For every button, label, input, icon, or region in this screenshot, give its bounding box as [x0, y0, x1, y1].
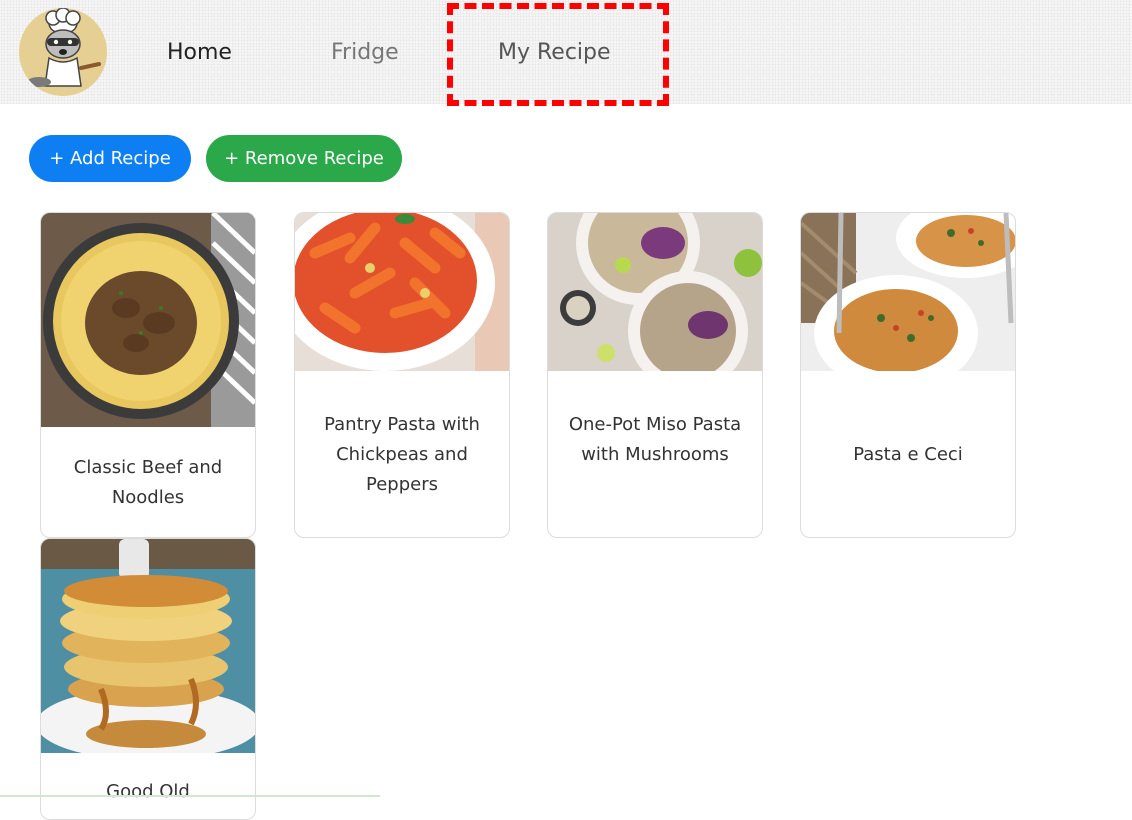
recipe-card[interactable]: Pantry Pasta with Chickpeas and Peppers [294, 212, 510, 538]
my-recipe-highlight [447, 3, 669, 106]
penne-pasta-photo [295, 213, 509, 371]
recipe-title: Classic Beef and Noodles [73, 457, 223, 508]
recipe-title: Pantry Pasta with Chickpeas and Peppers [324, 414, 480, 495]
pasta-e-ceci-photo [801, 213, 1015, 371]
miso-pasta-photo [548, 213, 762, 371]
navbar: Home Fridge My Recipe [0, 0, 1132, 106]
recipe-card[interactable]: Classic Beef and Noodles [40, 212, 256, 538]
recipe-card[interactable]: One-Pot Miso Pasta with Mushrooms [547, 212, 763, 538]
recipe-card[interactable]: Good Old [40, 538, 256, 820]
nav-fridge-link[interactable]: Fridge [331, 36, 399, 70]
nav-home-link[interactable]: Home [167, 36, 232, 70]
recipe-title: One-Pot Miso Pasta with Mushrooms [568, 414, 742, 465]
chef-raccoon-logo[interactable] [19, 8, 107, 96]
add-recipe-button[interactable]: + Add Recipe [29, 135, 191, 182]
beef-noodles-photo [41, 213, 255, 427]
recipe-title: Pasta e Ceci [853, 444, 963, 465]
recipe-card[interactable]: Pasta e Ceci [800, 212, 1016, 538]
remove-recipe-button[interactable]: + Remove Recipe [206, 135, 402, 182]
recipe-title: Good Old [106, 781, 190, 802]
pancakes-photo [41, 539, 255, 753]
